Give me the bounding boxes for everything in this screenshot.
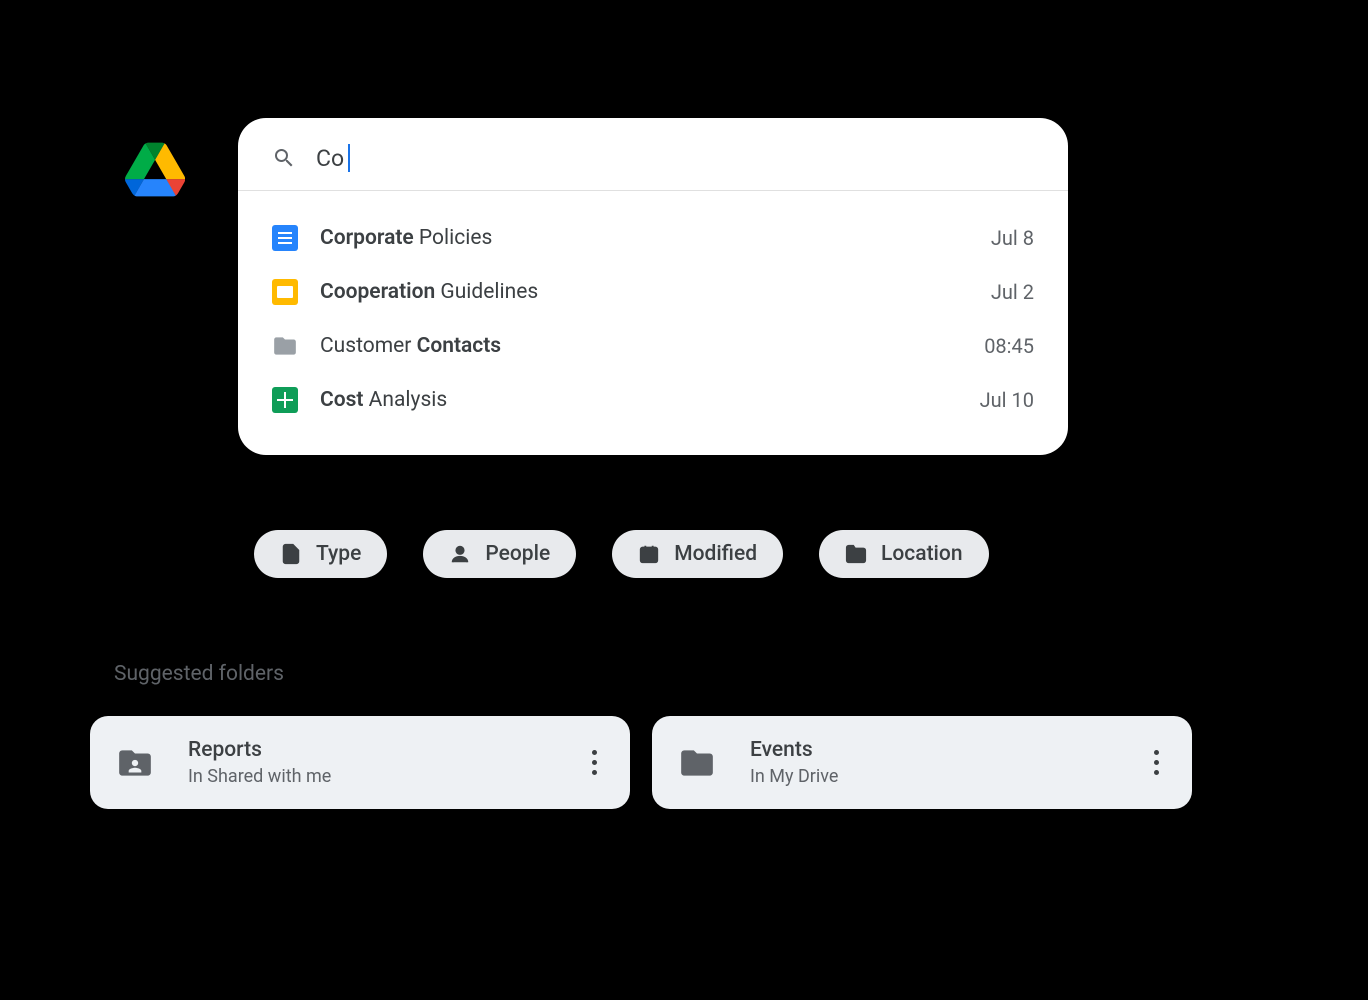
folder-name: Events <box>750 738 1136 762</box>
chip-label: People <box>485 542 550 566</box>
folder-location: In Shared with me <box>188 766 574 787</box>
folder-name: Reports <box>188 738 574 762</box>
filter-chip-location[interactable]: Location <box>819 530 989 578</box>
search-result-corporate-policies[interactable]: Corporate Policies Jul 8 <box>238 211 1068 265</box>
calendar-icon <box>638 543 660 565</box>
drive-logo-icon <box>125 142 185 197</box>
more-vert-icon <box>592 748 597 778</box>
search-result-customer-contacts[interactable]: Customer Contacts 08:45 <box>238 319 1068 373</box>
docs-icon <box>272 225 298 251</box>
result-name: Customer Contacts <box>320 334 984 358</box>
shared-folder-icon <box>116 744 154 782</box>
file-icon <box>280 543 302 565</box>
search-result-cooperation-guidelines[interactable]: Cooperation Guidelines Jul 2 <box>238 265 1068 319</box>
folder-location: In My Drive <box>750 766 1136 787</box>
more-vert-icon <box>1154 748 1159 778</box>
result-name: Cost Analysis <box>320 388 980 412</box>
folder-card-events[interactable]: Events In My Drive <box>652 716 1192 809</box>
result-date: Jul 2 <box>991 280 1034 304</box>
result-name: Corporate Policies <box>320 226 991 250</box>
folder-icon <box>272 333 298 359</box>
suggested-folders-heading: Suggested folders <box>114 662 284 686</box>
filter-chip-type[interactable]: Type <box>254 530 387 578</box>
filter-chip-modified[interactable]: Modified <box>612 530 783 578</box>
chip-label: Location <box>881 542 963 566</box>
result-name: Cooperation Guidelines <box>320 280 991 304</box>
folder-card-reports[interactable]: Reports In Shared with me <box>90 716 630 809</box>
suggested-folders-row: Reports In Shared with me Events In My D… <box>90 716 1192 809</box>
text-cursor <box>348 144 350 172</box>
search-panel: Co Corporate Policies Jul 8 Cooperation … <box>238 118 1068 455</box>
search-icon <box>272 146 296 170</box>
chip-label: Modified <box>674 542 757 566</box>
search-bar[interactable]: Co <box>238 144 1068 191</box>
filter-chip-people[interactable]: People <box>423 530 576 578</box>
folder-icon <box>678 744 716 782</box>
search-input[interactable]: Co <box>316 144 350 172</box>
person-icon <box>449 543 471 565</box>
result-date: Jul 10 <box>980 388 1034 412</box>
sheets-icon <box>272 387 298 413</box>
chip-label: Type <box>316 542 361 566</box>
folder-outline-icon <box>845 543 867 565</box>
search-result-cost-analysis[interactable]: Cost Analysis Jul 10 <box>238 373 1068 427</box>
more-options-button[interactable] <box>1136 743 1176 783</box>
result-date: 08:45 <box>984 334 1034 358</box>
more-options-button[interactable] <box>574 743 614 783</box>
filter-chips: Type People Modified Location <box>254 530 989 578</box>
result-date: Jul 8 <box>991 226 1034 250</box>
slides-icon <box>272 279 298 305</box>
